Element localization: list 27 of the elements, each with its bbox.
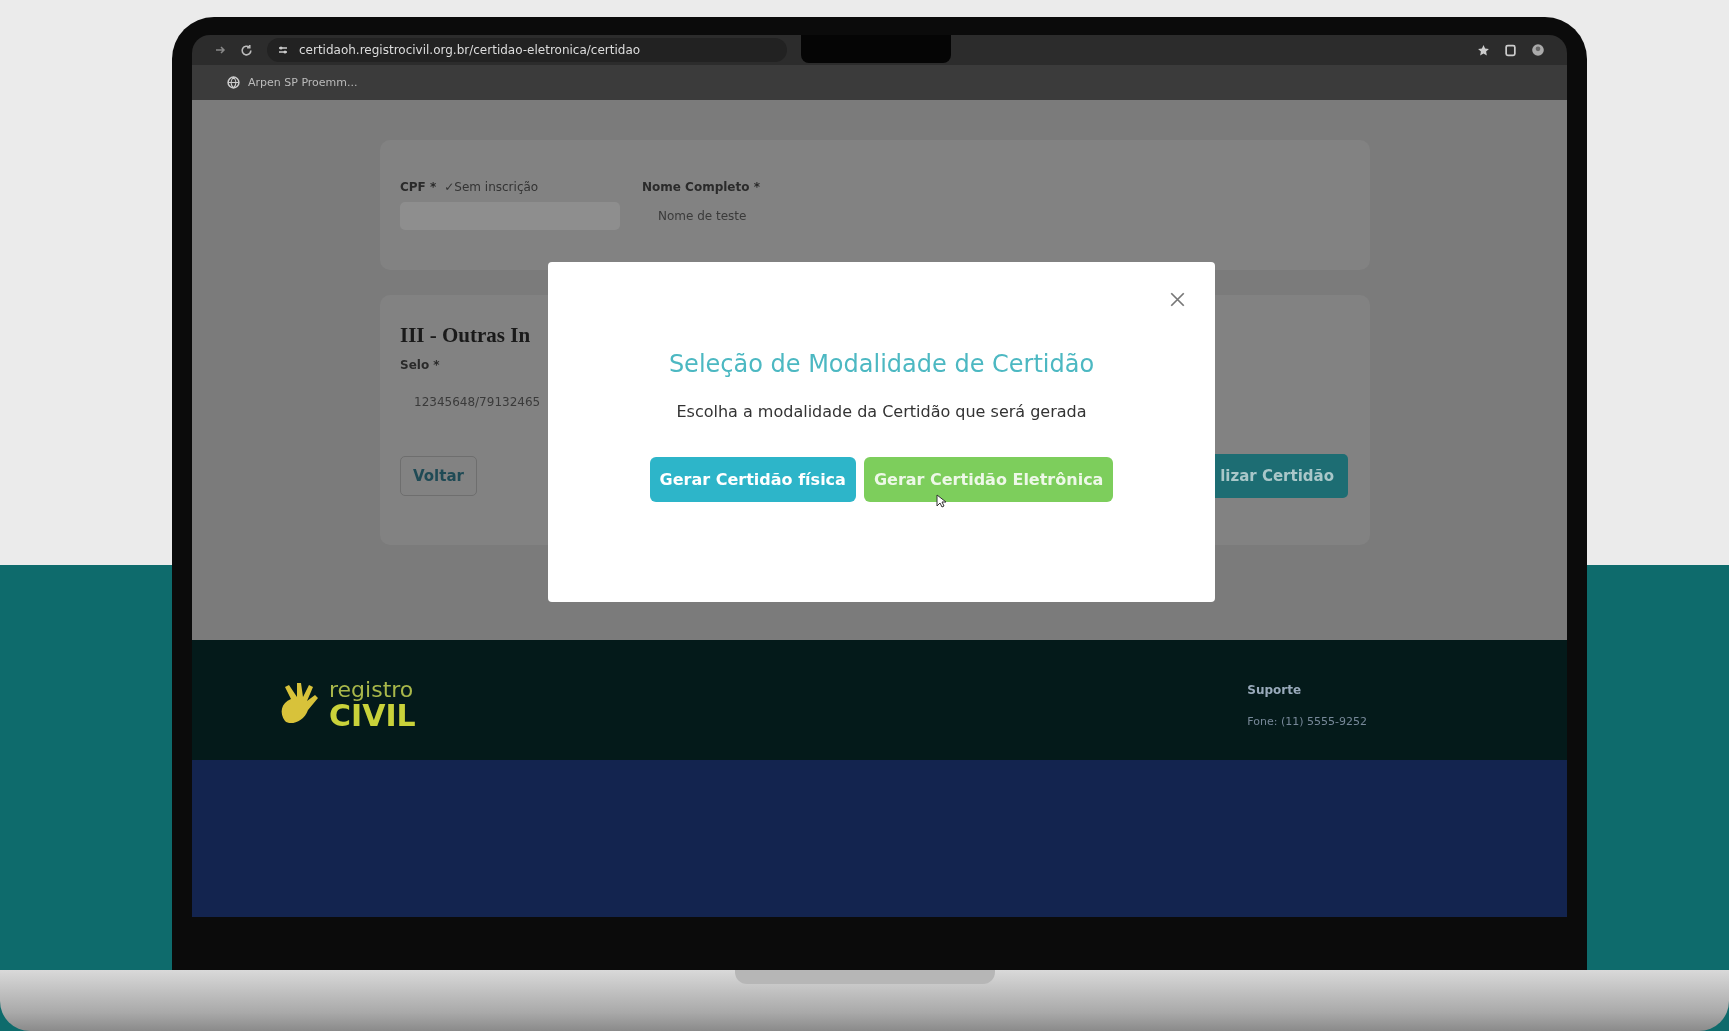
star-icon[interactable] xyxy=(1477,43,1490,57)
modal-message: Escolha a modalidade da Certidão que será gerada xyxy=(676,402,1087,421)
logo-text: CIVIL xyxy=(329,701,416,731)
reload-icon[interactable] xyxy=(240,43,253,57)
url-text: certidaoh.registrocivil.org.br/certidao-eletronica/certidao xyxy=(299,43,641,57)
name-field[interactable]: Nome de teste xyxy=(642,202,1350,230)
section-title: III - Outras In xyxy=(400,323,531,348)
name-label: Nome Completo * xyxy=(642,180,761,194)
cpf-label: CPF * xyxy=(400,180,437,194)
logo-text: registro xyxy=(329,679,415,701)
cpf-note: ✓Sem inscrição xyxy=(444,180,539,194)
address-bar[interactable]: certidaoh.registrocivil.org.br/certidao-eletronica/certidao xyxy=(267,38,787,62)
profile-icon[interactable] xyxy=(1531,43,1545,57)
support-phone: Fone: (11) 5555-9252 xyxy=(1247,714,1367,728)
bookmark-link[interactable]: Arpen SP Proemm... xyxy=(248,76,358,89)
globe-icon xyxy=(227,76,240,89)
certificate-option-button[interactable]: Gerar Certidão física xyxy=(649,457,856,502)
modal-title: Seleção de Modalidade de Certidão xyxy=(668,350,1095,378)
extension-icon[interactable] xyxy=(1504,43,1517,57)
selo-label: Selo * xyxy=(400,358,440,372)
back-button[interactable]: Voltar xyxy=(400,456,477,496)
forward-arrow-icon[interactable] xyxy=(214,44,226,56)
close-icon[interactable] xyxy=(1170,292,1185,307)
site-settings-icon[interactable] xyxy=(277,44,289,56)
certificate-option-button[interactable]: Gerar Certidão Eletrônica xyxy=(863,457,1114,502)
support-title: Suporte xyxy=(1247,682,1303,697)
mouse-cursor-icon xyxy=(936,494,946,508)
